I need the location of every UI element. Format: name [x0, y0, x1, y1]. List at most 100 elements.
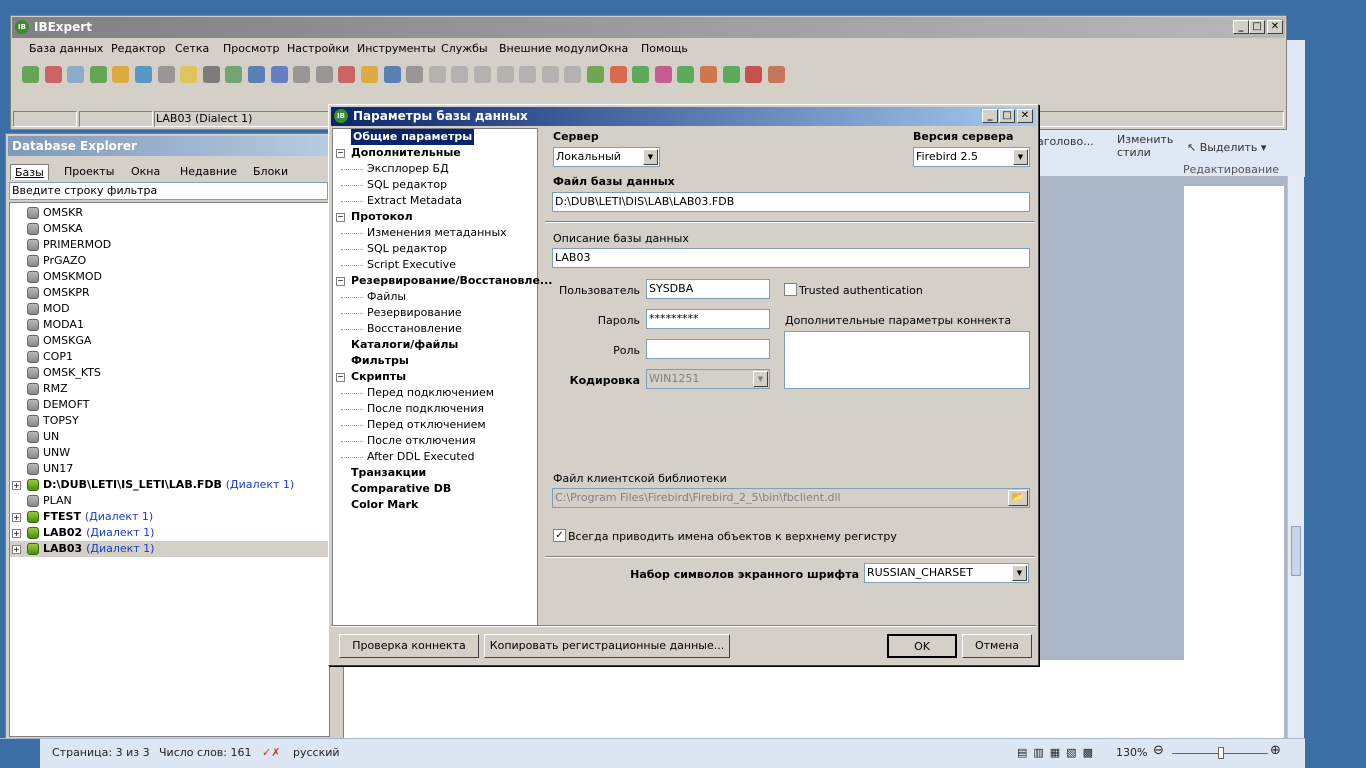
dialog-minimize-button[interactable]: _: [982, 109, 998, 123]
nav-item[interactable]: Файлы: [367, 289, 406, 305]
tree-item[interactable]: MOD: [10, 301, 329, 317]
nav-item[interactable]: Перед отключением: [367, 417, 486, 433]
nav-item[interactable]: Script Executive: [367, 257, 456, 273]
filter-input[interactable]: Введите строку фильтра: [9, 182, 328, 200]
menu-item-5[interactable]: Инструменты: [355, 40, 438, 58]
menu-item-9[interactable]: Помощь: [639, 40, 690, 58]
chevron-down-icon[interactable]: ▼: [1012, 565, 1027, 581]
toolbar-icon-25[interactable]: [587, 66, 604, 83]
word-vertical-scrollbar[interactable]: [1287, 176, 1304, 746]
tree-item[interactable]: PRIMERMOD: [10, 237, 329, 253]
nav-item[interactable]: Дополнительные: [351, 145, 461, 161]
chevron-down-icon[interactable]: ▼: [643, 149, 658, 165]
uppercase-checkbox[interactable]: ✓: [553, 529, 566, 542]
menu-item-4[interactable]: Настройки: [285, 40, 351, 58]
toolbar-icon-17[interactable]: [406, 66, 424, 83]
tree-item[interactable]: OMSKA: [10, 221, 329, 237]
nav-item[interactable]: Color Mark: [351, 497, 418, 513]
close-button[interactable]: ✕: [1267, 20, 1283, 34]
dialog-maximize-button[interactable]: □: [999, 109, 1015, 123]
tree-item[interactable]: RMZ: [10, 381, 329, 397]
toolbar-icon-5[interactable]: [135, 66, 152, 83]
tree-item-registered[interactable]: PLAN: [10, 493, 329, 509]
zoom-out-icon[interactable]: ⊖: [1153, 743, 1164, 758]
toolbar-icon-21[interactable]: [496, 66, 514, 83]
toolbar-icon-29[interactable]: [677, 66, 695, 83]
trusted-auth-checkbox[interactable]: [784, 283, 797, 296]
menu-item-0[interactable]: База данных: [27, 40, 105, 58]
toolbar-icon-24[interactable]: [564, 66, 582, 83]
menu-item-8[interactable]: Окна: [597, 40, 630, 58]
maximize-button[interactable]: □: [1249, 20, 1265, 34]
nav-item[interactable]: Фильтры: [351, 353, 409, 369]
tree-item[interactable]: PrGAZO: [10, 253, 329, 269]
toolbar-icon-10[interactable]: [248, 66, 265, 83]
nav-item[interactable]: Скрипты: [351, 369, 406, 385]
folder-open-icon[interactable]: 📂: [1008, 490, 1028, 506]
toolbar-icon-18[interactable]: [428, 66, 446, 83]
collapse-icon[interactable]: −: [336, 277, 345, 286]
nav-item[interactable]: SQL редактор: [367, 177, 447, 193]
toolbar-icon-8[interactable]: [202, 66, 220, 83]
tree-item-registered[interactable]: + LAB02 (Диалект 1): [10, 525, 329, 541]
toolbar-icon-27[interactable]: [632, 66, 650, 83]
status-language[interactable]: русский: [293, 746, 340, 759]
tree-item[interactable]: UN17: [10, 461, 329, 477]
toolbar-icon-11[interactable]: [270, 66, 288, 83]
explorer-tab-1[interactable]: Проекты: [64, 164, 115, 180]
role-input[interactable]: [646, 339, 770, 359]
nav-item[interactable]: Резервирование/Восстановле...: [351, 273, 552, 289]
toolbar-icon-4[interactable]: [112, 66, 130, 83]
toolbar-icon-1[interactable]: [44, 66, 62, 83]
nav-item[interactable]: Перед подключением: [367, 385, 494, 401]
toolbar-icon-9[interactable]: [225, 66, 243, 83]
nav-item[interactable]: After DDL Executed: [367, 449, 474, 465]
expand-icon[interactable]: +: [12, 513, 21, 522]
toolbar-icon-16[interactable]: [383, 66, 401, 83]
scroll-thumb[interactable]: [1291, 526, 1301, 576]
toolbar-icon-2[interactable]: [67, 66, 85, 83]
nav-item[interactable]: Extract Metadata: [367, 193, 462, 209]
tree-item-registered[interactable]: + FTEST (Диалект 1): [10, 509, 329, 525]
toolbar-icon-19[interactable]: [451, 66, 469, 83]
menu-item-6[interactable]: Службы: [439, 40, 490, 58]
description-input[interactable]: LAB03: [552, 248, 1030, 268]
toolbar-icon-14[interactable]: [338, 66, 356, 83]
nav-item[interactable]: Comparative DB: [351, 481, 451, 497]
tree-item[interactable]: UN: [10, 429, 329, 445]
toolbar-icon-23[interactable]: [541, 66, 559, 83]
status-words[interactable]: Число слов: 161: [159, 746, 252, 759]
tree-item-registered[interactable]: + D:\DUB\LETI\IS_LETI\LAB.FDB (Диалект 1): [10, 477, 329, 493]
expand-icon[interactable]: +: [12, 529, 21, 538]
menu-item-7[interactable]: Внешние модули: [497, 40, 601, 58]
nav-item[interactable]: Изменения метаданных: [367, 225, 507, 241]
nav-item[interactable]: Каталоги/файлы: [351, 337, 458, 353]
menu-item-2[interactable]: Сетка: [173, 40, 211, 58]
toolbar-icon-3[interactable]: [89, 66, 107, 83]
zoom-in-icon[interactable]: ⊕: [1270, 743, 1281, 758]
font-charset-select[interactable]: RUSSIAN_CHARSET ▼: [864, 563, 1029, 583]
toolbar-icon-28[interactable]: [654, 66, 672, 83]
toolbar-icon-20[interactable]: [474, 66, 491, 83]
nav-item[interactable]: Общие параметры: [351, 129, 475, 145]
server-version-select[interactable]: Firebird 2.5 ▼: [913, 147, 1030, 167]
toolbar-icon-0[interactable]: [22, 66, 39, 83]
nav-item[interactable]: SQL редактор: [367, 241, 447, 257]
dialog-close-button[interactable]: ✕: [1017, 109, 1033, 123]
nav-item[interactable]: Протокол: [351, 209, 413, 225]
explorer-tab-4[interactable]: Блоки: [253, 164, 288, 180]
toolbar-icon-30[interactable]: [700, 66, 717, 83]
nav-item[interactable]: Транзакции: [351, 465, 426, 481]
minimize-button[interactable]: _: [1233, 20, 1249, 34]
select-button[interactable]: ↖ Выделить ▾: [1187, 141, 1266, 154]
password-input[interactable]: *********: [646, 309, 770, 329]
tree-item[interactable]: OMSK_KTS: [10, 365, 329, 381]
explorer-tab-2[interactable]: Окна: [131, 164, 160, 180]
nav-item[interactable]: Резервирование: [367, 305, 462, 321]
toolbar-icon-12[interactable]: [293, 66, 311, 83]
tree-item[interactable]: OMSKGA: [10, 333, 329, 349]
toolbar-icon-13[interactable]: [315, 66, 333, 83]
view-buttons-icon[interactable]: ▤▥▦▧▩: [1017, 746, 1099, 759]
server-select[interactable]: Локальный ▼: [553, 147, 660, 167]
nav-item[interactable]: Восстановление: [367, 321, 462, 337]
